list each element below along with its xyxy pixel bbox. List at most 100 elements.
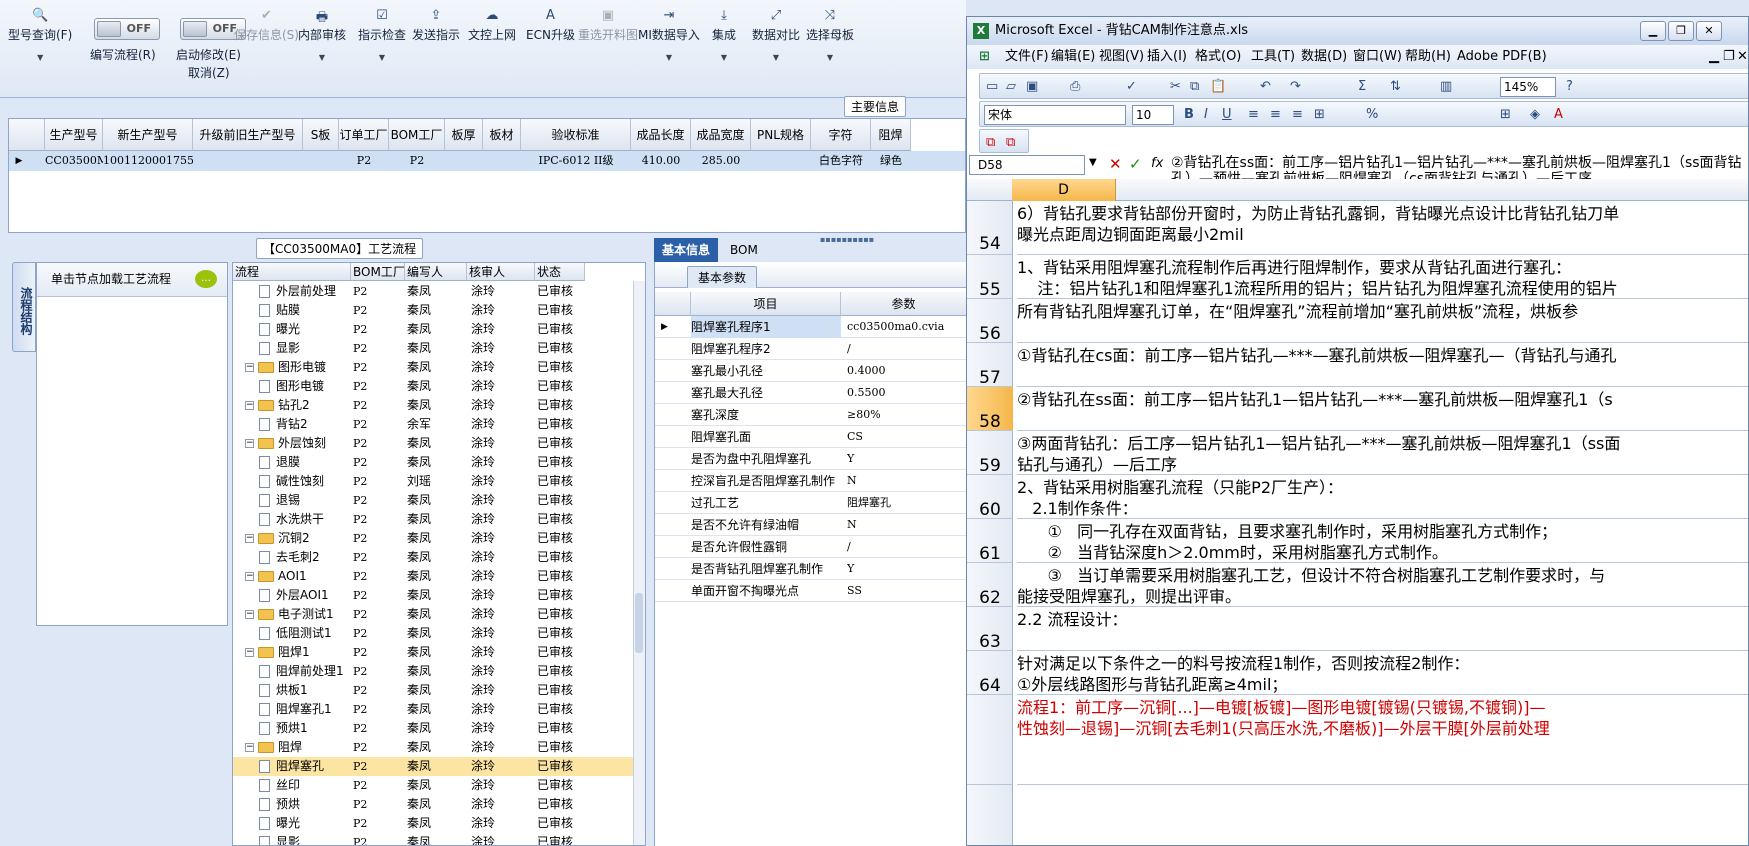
sheet-cell[interactable]: ①背钻孔在cs面：前工序—铝片钻孔—***—塞孔前烘板—阻焊塞孔—（背钻孔与通孔 (1017, 343, 1748, 387)
chevron-down-icon[interactable]: ▼ (8, 53, 72, 62)
param-value[interactable]: ≥80% (847, 404, 966, 426)
tree-node[interactable]: − 阻焊1 P2 秦凤 涂玲 已审核 (233, 643, 633, 662)
open-folder-icon[interactable]: ▱ (1006, 79, 1016, 94)
ecn-upgrade-button[interactable]: A ECN升级 (526, 8, 575, 43)
param-row[interactable]: 阻焊塞孔面 CS (655, 426, 966, 448)
tree-node[interactable]: 阻焊塞孔1 P2 秦凤 涂玲 已审核 (233, 700, 633, 719)
table-cell[interactable]: 10011200017559 (103, 151, 193, 171)
column-header[interactable]: 状态 (535, 263, 585, 281)
minimize-button[interactable]: ▁ (1640, 21, 1666, 41)
font-size-select[interactable]: 10 (1132, 105, 1174, 125)
tree-node[interactable]: 阻焊前处理1 P2 秦凤 涂玲 已审核 (233, 662, 633, 681)
integrate-button[interactable]: ⤓ 集成 ▼ (712, 8, 736, 62)
column-header[interactable]: 编写人 (405, 263, 467, 281)
chevron-down-icon[interactable]: ▼ (298, 53, 346, 62)
chevron-down-icon[interactable]: ▼ (638, 53, 700, 62)
autosum-icon[interactable]: Σ (1358, 79, 1366, 94)
tree-node[interactable]: 显影 P2 秦凤 涂玲 已审核 (233, 833, 633, 845)
table-cell[interactable] (303, 151, 339, 171)
tree-node[interactable]: 退锡 P2 秦凤 涂玲 已审核 (233, 491, 633, 510)
align-right-icon[interactable]: ≡ (1292, 107, 1303, 122)
scrollbar-thumb[interactable] (635, 593, 643, 653)
tree-node[interactable]: 退膜 P2 秦凤 涂玲 已审核 (233, 453, 633, 472)
main-info-tab[interactable]: 主要信息 (844, 96, 907, 117)
chart-icon[interactable]: ▥ (1440, 79, 1452, 94)
column-header-param[interactable]: 参数 (841, 292, 966, 316)
table-cell[interactable]: 410.00 (631, 151, 691, 171)
tree-node[interactable]: − AOI1 P2 秦凤 涂玲 已审核 (233, 567, 633, 586)
tree-node[interactable]: 丝印 P2 秦凤 涂玲 已审核 (233, 776, 633, 795)
collapse-icon[interactable]: − (245, 534, 254, 543)
menu-item[interactable]: 文件(F) (1005, 45, 1049, 69)
tree-node[interactable]: 阻焊塞孔 P2 秦凤 涂玲 已审核 (233, 757, 633, 776)
sheet-cell[interactable]: 1、背钻采用阻焊塞孔流程制作后再进行阻焊制作，要求从背钻孔面进行塞孔： 注：铝片… (1017, 255, 1748, 299)
restore-button[interactable]: ❐ (1668, 21, 1694, 41)
close-button[interactable]: ✕ (1696, 21, 1722, 41)
zoom-select[interactable]: 145% (1500, 77, 1556, 97)
column-header[interactable]: BOM工厂 (351, 263, 405, 281)
param-value[interactable]: 0.5500 (847, 382, 966, 404)
column-header[interactable]: PNL规格 (751, 119, 811, 151)
collapse-icon[interactable]: − (245, 572, 254, 581)
pdf-convert-icon[interactable]: ⧉ (986, 135, 995, 150)
tab-basic-info[interactable]: 基本信息 (654, 238, 719, 262)
tree-node[interactable]: 图形电镀 P2 秦凤 涂玲 已审核 (233, 377, 633, 396)
param-value[interactable]: / (847, 536, 966, 558)
param-row[interactable]: 单面开窗不掏曝光点 SS (655, 580, 966, 602)
sheet-cell[interactable]: 所有背钻孔阻焊塞孔订单，在“阻焊塞孔”流程前增加“塞孔前烘板”流程，烘板参 (1017, 299, 1748, 343)
param-row[interactable]: 是否不允许有绿油帽 N (655, 514, 966, 536)
collapse-icon[interactable]: − (245, 610, 254, 619)
menu-item[interactable]: Adobe PDF(B) (1457, 45, 1547, 69)
tree-node[interactable]: 去毛刺2 P2 秦凤 涂玲 已审核 (233, 548, 633, 567)
column-header[interactable]: 板厚 (445, 119, 483, 151)
name-box-dropdown-icon[interactable]: ▼ (1089, 157, 1097, 168)
menu-item[interactable]: 窗口(W) (1353, 45, 1402, 69)
excel-app-icon[interactable]: X (973, 23, 989, 39)
collapse-icon[interactable]: − (245, 439, 254, 448)
menu-item[interactable]: 插入(I) (1147, 45, 1187, 69)
redo-icon[interactable]: ↷ (1290, 79, 1301, 94)
copy-icon[interactable]: ⧉ (1190, 79, 1199, 94)
tab-basic-params[interactable]: 基本参数 (687, 266, 758, 288)
param-row[interactable]: 过孔工艺 阻焊塞孔 (655, 492, 966, 514)
param-value[interactable]: N (847, 514, 966, 536)
column-header[interactable]: 订单工厂 (339, 119, 389, 151)
model-query-button[interactable]: 🔍 型号查询(F) ▼ (8, 8, 72, 62)
tree-node[interactable]: − 钻孔2 P2 秦凤 涂玲 已审核 (233, 396, 633, 415)
param-row[interactable]: 控深盲孔是否阻焊塞孔制作 N (655, 470, 966, 492)
column-header[interactable]: 核审人 (467, 263, 535, 281)
tree-node[interactable]: 贴膜 P2 秦凤 涂玲 已审核 (233, 301, 633, 320)
param-value[interactable]: CS (847, 426, 966, 448)
table-cell[interactable]: P2 (389, 151, 445, 171)
column-header[interactable]: 生产型号 (45, 119, 103, 151)
column-header[interactable]: 阻焊 (871, 119, 911, 151)
cut-icon[interactable]: ✂ (1170, 79, 1181, 94)
bold-icon[interactable]: B (1184, 107, 1194, 122)
collapse-icon[interactable]: − (245, 363, 254, 372)
sheet-cell[interactable]: ③两面背钻孔：后工序—铝片钻孔1—铝片钻孔—***—塞孔前烘板—阻焊塞孔1（ss… (1017, 431, 1748, 475)
data-compare-button[interactable]: ⤢ 数据对比 ▼ (752, 8, 800, 62)
new-file-icon[interactable]: ▭ (986, 79, 998, 94)
param-value[interactable]: SS (847, 580, 966, 602)
tree-scrollbar[interactable] (633, 281, 645, 845)
workbook-icon[interactable]: ⊞ (979, 45, 990, 69)
sheet-cell[interactable]: 流程1：前工序—沉铜[...]—电镀[板镀]—图形电镀[镀锡(只镀锡,不镀铜)]… (1017, 695, 1748, 785)
align-center-icon[interactable]: ≡ (1270, 107, 1281, 122)
underline-icon[interactable]: U (1222, 107, 1232, 122)
param-value[interactable]: N (847, 470, 966, 492)
enter-formula-icon[interactable]: ✓ (1129, 155, 1142, 173)
menu-item[interactable]: 数据(D) (1301, 45, 1347, 69)
param-value[interactable]: 阻焊塞孔 (847, 492, 966, 514)
column-header[interactable]: 字符 (811, 119, 871, 151)
select-mother-board-button[interactable]: ⤨ 选择母板 ▼ (806, 8, 854, 62)
menu-item[interactable]: 工具(T) (1251, 45, 1295, 69)
tree-node[interactable]: 外层前处理 P2 秦凤 涂玲 已审核 (233, 282, 633, 301)
save-icon[interactable]: ▣ (1026, 79, 1038, 94)
doc-upload-button[interactable]: ☁ 文控上网 (468, 8, 516, 43)
sheet-cell[interactable]: 2、背钻采用树脂塞孔流程（只能P2厂生产）： 2.1制作条件： (1017, 475, 1748, 519)
column-header[interactable]: 流程 (233, 263, 351, 281)
doc-minimize-icon[interactable]: ▁ (1709, 45, 1719, 69)
italic-icon[interactable]: I (1204, 107, 1208, 122)
tree-node[interactable]: − 阻焊 P2 秦凤 涂玲 已审核 (233, 738, 633, 757)
column-header[interactable]: 成品宽度 (691, 119, 751, 151)
